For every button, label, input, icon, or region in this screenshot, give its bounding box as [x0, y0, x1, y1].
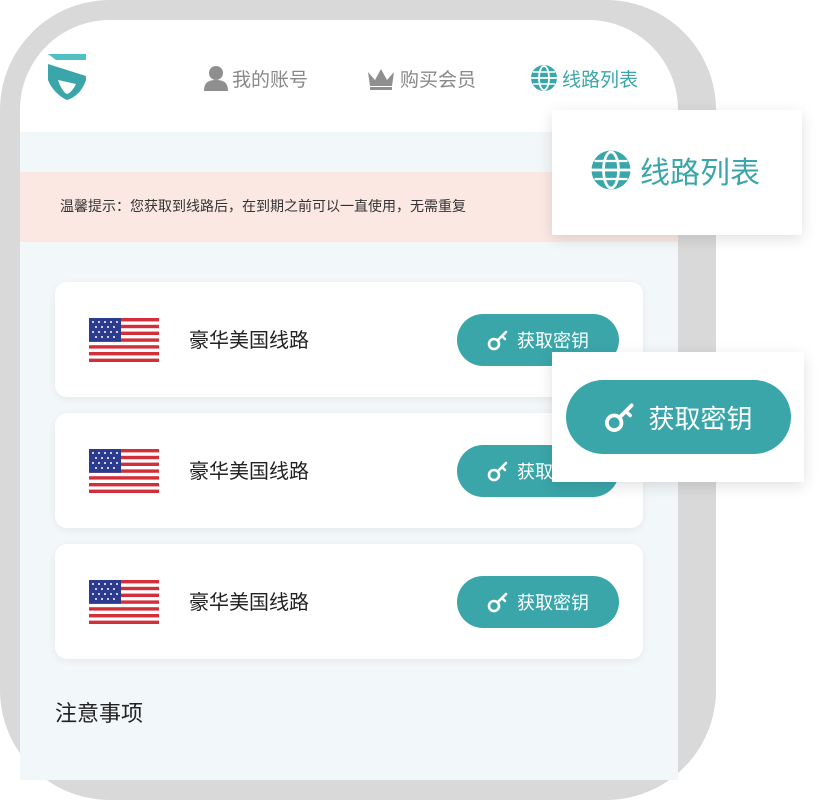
user-icon [204, 66, 228, 91]
line-name: 豪华美国线路 [189, 328, 309, 352]
line-name: 豪华美国线路 [189, 590, 309, 614]
crown-icon [368, 69, 394, 90]
globe-icon [591, 150, 631, 190]
nav-buy-vip[interactable]: 购买会员 [366, 64, 476, 92]
callout-lines-tab: 线路列表 [552, 110, 802, 235]
callout-get-key-label: 获取密钥 [648, 404, 753, 435]
line-card: 豪华美国线路 获取密钥 [55, 544, 643, 659]
callout-lines-content[interactable]: 线路列表 [590, 148, 760, 192]
get-key-button[interactable]: 获取密钥 [457, 576, 619, 628]
nav-buy-vip-label: 购买会员 [400, 68, 477, 91]
callout-lines-label: 线路列表 [640, 156, 760, 191]
notes-heading: 注意事项 [55, 702, 144, 727]
key-icon [487, 461, 508, 482]
nav-account-label: 我的账号 [232, 68, 309, 91]
line-name: 豪华美国线路 [189, 459, 309, 483]
get-key-label: 获取密钥 [517, 593, 589, 614]
key-icon [487, 330, 508, 351]
us-flag-icon [89, 580, 159, 624]
get-key-label: 获取密钥 [517, 331, 589, 352]
key-icon [605, 403, 635, 432]
callout-get-key: 获取密钥 [552, 352, 804, 482]
shield-logo-icon [48, 54, 86, 100]
us-flag-icon [89, 318, 159, 362]
key-icon [487, 592, 508, 613]
us-flag-icon [89, 449, 159, 493]
nav-account[interactable]: 我的账号 [204, 64, 308, 92]
nav-lines-label: 线路列表 [562, 68, 639, 91]
callout-get-key-button[interactable]: 获取密钥 [566, 380, 791, 454]
globe-icon [531, 65, 557, 91]
nav-lines[interactable]: 线路列表 [530, 64, 638, 92]
